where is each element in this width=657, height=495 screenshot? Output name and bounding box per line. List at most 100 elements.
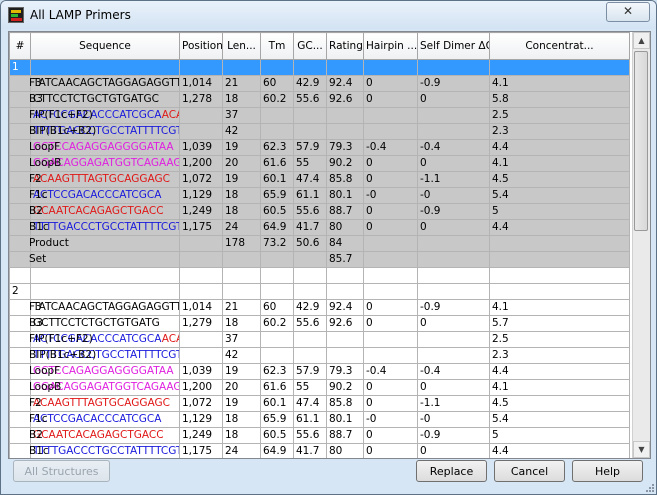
- primer-name: FIP(F1c+F2): [29, 109, 93, 121]
- table-row[interactable]: Product 178 73.2 50.6 84: [9, 235, 630, 252]
- primer-name: Product: [29, 237, 69, 249]
- dimer-cell: -0.9: [417, 299, 490, 316]
- column-header[interactable]: GC...: [293, 32, 327, 60]
- table-row[interactable]: B2 GCAATCACAGAGCTGACC 1,249 18 60.5 55.6 88.7 0…: [9, 203, 630, 220]
- dimer-cell: [417, 123, 490, 140]
- table-row[interactable]: F3 TATCAACAGCTAGGAGAGGTT 1,014 21 60 42.9 92.4…: [9, 299, 630, 316]
- column-header[interactable]: Rating: [326, 32, 364, 60]
- table-row[interactable]: B1c TTTTGACCCTGCCTATTTTCGTC 1,175 24 64.9 41.…: [9, 219, 630, 236]
- table-row[interactable]: BIP(B1c+B2)TTTTGACCCTGCCTATTTTCGTCGCAATC…: [9, 347, 630, 364]
- rating-cell: 92.4: [326, 75, 364, 92]
- hairpin-cell: 0: [363, 219, 418, 236]
- table-row[interactable]: B3 CTTCCTCTGCTGTGATGC 1,278 18 60.2 55.6 92.6 0…: [9, 91, 630, 108]
- hairpin-cell: [363, 347, 418, 364]
- table-row[interactable]: F2 ACAAGTTTAGTGCAGGAGC 1,072 19 60.1 47.4 85.8…: [9, 171, 630, 188]
- tm-cell: 60: [260, 299, 294, 316]
- column-header[interactable]: Len...: [222, 32, 261, 60]
- conc-cell: [489, 251, 630, 268]
- close-icon: ✕: [622, 4, 634, 18]
- column-header[interactable]: Sequence: [30, 32, 180, 60]
- pos-cell: 1,279: [179, 315, 223, 332]
- sequence-cell: TATCAACAGCTAGGAGAGGTT: [30, 299, 180, 316]
- dimer-cell: 0: [417, 443, 490, 458]
- sequence-cell: ACAAGTTTAGTGCAGGAGC: [30, 171, 180, 188]
- primer-set-row[interactable]: 2: [9, 283, 630, 300]
- pos-cell: 1,072: [179, 171, 223, 188]
- primer-name: B1c: [29, 445, 49, 457]
- rating-cell: 85.8: [326, 395, 364, 412]
- table-row[interactable]: F1c ACTCCGACACCCATCGCA 1,129 18 65.9 61.1 80.1…: [9, 411, 630, 428]
- gc-cell: 61.1: [293, 411, 327, 428]
- table-row[interactable]: F3 TATCAACAGCTAGGAGAGGTT 1,014 21 60 42.9 92.4…: [9, 75, 630, 92]
- table-row[interactable]: F1c ACTCCGACACCCATCGCA 1,129 18 65.9 61.1 80.1…: [9, 187, 630, 204]
- len-cell: 42: [222, 347, 261, 364]
- row-index-cell: F3: [9, 75, 42, 92]
- replace-button[interactable]: Replace: [416, 460, 487, 482]
- column-header[interactable]: #: [9, 32, 31, 60]
- row-index-cell: B2: [9, 427, 43, 444]
- table-row[interactable]: B3 GCTTCCTCTGCTGTGATG 1,279 18 60.2 55.6 92.6 0…: [9, 315, 630, 332]
- empty-cell: [30, 283, 180, 300]
- len-cell: 24: [222, 219, 261, 236]
- hairpin-cell: 0: [363, 171, 418, 188]
- table-row[interactable]: Set 85.7: [9, 251, 630, 268]
- sequence-cell: ACTCCGACACCCATCGCA: [30, 187, 180, 204]
- conc-cell: 5.4: [489, 411, 630, 428]
- empty-cell: [222, 283, 261, 300]
- primer-name: LoopB: [29, 157, 62, 169]
- rating-cell: 90.2: [326, 155, 364, 172]
- vertical-scrollbar[interactable]: ▲ ▼: [632, 32, 650, 458]
- dimer-cell: 0: [417, 219, 490, 236]
- pos-cell: 1,039: [179, 363, 223, 380]
- column-header[interactable]: Position: [179, 32, 223, 60]
- row-index-cell: F3: [9, 299, 42, 316]
- table-row[interactable]: LoopF GCTCCAGAGGAGGGGATAA 1,039 19 62.3 57.9 7…: [9, 363, 630, 380]
- spacer-row: [9, 267, 630, 284]
- primer-set-row[interactable]: 1: [9, 59, 630, 76]
- tm-cell: [260, 347, 294, 364]
- len-cell: 18: [222, 91, 261, 108]
- gc-cell: 42.9: [293, 75, 327, 92]
- tm-cell: 60.5: [260, 427, 294, 444]
- empty-cell: [363, 59, 418, 76]
- all-structures-button[interactable]: All Structures: [13, 460, 110, 482]
- dimer-cell: [417, 331, 490, 348]
- rating-cell: [326, 347, 364, 364]
- scroll-down-arrow-icon[interactable]: ▼: [633, 441, 650, 458]
- table-row[interactable]: FIP(F1c+F2)ACTCCGACACCCATCGCAACAAGTTTAGT…: [9, 107, 630, 124]
- scroll-up-arrow-icon[interactable]: ▲: [633, 32, 650, 49]
- pos-cell: 1,039: [179, 139, 223, 156]
- table-row[interactable]: BIP(B1c+B2)TTTTGACCCTGCCTATTTTCGTCGCAATC…: [9, 123, 630, 140]
- empty-cell: [260, 59, 294, 76]
- scroll-thumb[interactable]: [634, 51, 648, 231]
- close-button[interactable]: ✕: [606, 2, 650, 22]
- window-title: All LAMP Primers: [30, 8, 131, 22]
- table-row[interactable]: LoopB GGACAGGAGATGGTCAGAAG 1,200 20 61.6 55 90…: [9, 155, 630, 172]
- primer-name: Set: [29, 253, 47, 265]
- conc-cell: 4.4: [489, 443, 630, 458]
- table-row[interactable]: B1c TTTTGACCCTGCCTATTTTCGTC 1,175 24 64.9 41.…: [9, 443, 630, 458]
- table-row[interactable]: LoopB GGACAGGAGATGGTCAGAAG 1,200 20 61.6 55 90…: [9, 379, 630, 396]
- table-row[interactable]: F2 ACAAGTTTAGTGCAGGAGC 1,072 19 60.1 47.4 85.8…: [9, 395, 630, 412]
- table-row[interactable]: FIP(F1c+F2)ACTCCGACACCCATCGCAACAAGTTTAGT…: [9, 331, 630, 348]
- table-row[interactable]: B2 GCAATCACAGAGCTGACC 1,249 18 60.5 55.6 88.7 0…: [9, 427, 630, 444]
- rating-cell: 88.7: [326, 427, 364, 444]
- table-row[interactable]: LoopF GCTCCAGAGGAGGGGATAA 1,039 19 62.3 57.9 7…: [9, 139, 630, 156]
- empty-cell: [326, 283, 364, 300]
- pos-cell: 1,175: [179, 443, 223, 458]
- column-header[interactable]: Tm: [260, 32, 294, 60]
- pos-cell: 1,014: [179, 75, 223, 92]
- empty-cell: [260, 283, 294, 300]
- column-header[interactable]: Self Dimer ΔG: [417, 32, 490, 60]
- resize-grip-icon[interactable]: [644, 482, 654, 492]
- conc-cell: 2.3: [489, 347, 630, 364]
- column-header[interactable]: Concentrat...: [489, 32, 630, 60]
- sequence-cell: ACTCCGACACCCATCGCA: [30, 411, 180, 428]
- help-button[interactable]: Help: [572, 460, 643, 482]
- primer-name: B1c: [29, 221, 49, 233]
- rating-cell: [326, 107, 364, 124]
- cancel-button[interactable]: Cancel: [494, 460, 565, 482]
- primer-set-index: 1: [9, 59, 31, 76]
- conc-cell: 4.1: [489, 75, 630, 92]
- column-header[interactable]: Hairpin ...: [363, 32, 418, 60]
